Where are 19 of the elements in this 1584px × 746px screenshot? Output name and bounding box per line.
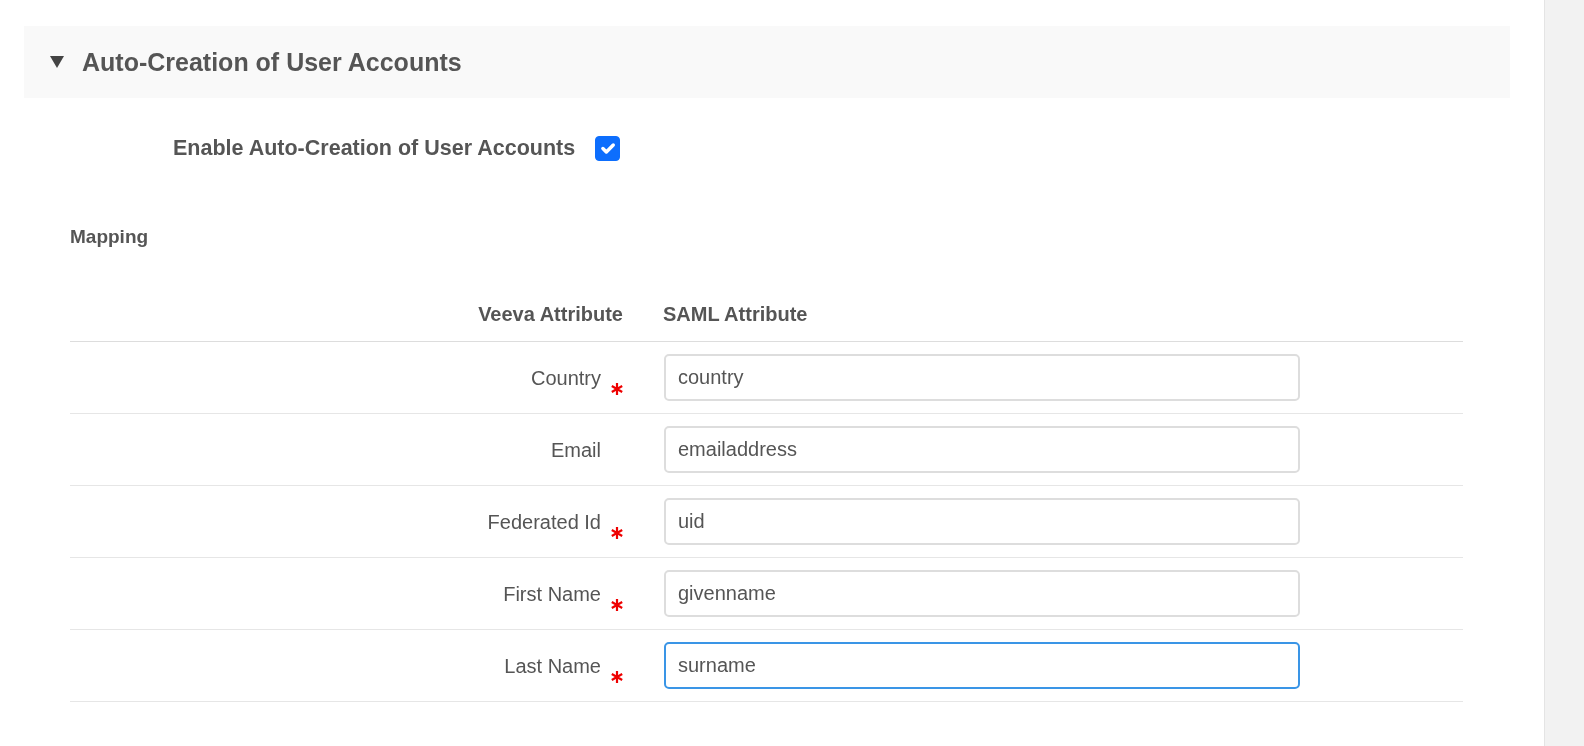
caret-icon[interactable] [50,56,64,68]
column-header: SAML Attribute [663,303,808,326]
mapping-title: Mapping [69,225,150,250]
checkbox-label: Enable Auto-Creation of User Accounts [173,135,576,162]
input-field[interactable]: givenname [664,570,1300,618]
scrollbar-track[interactable] [1544,0,1584,746]
input-field[interactable]: uid [664,498,1300,546]
input-field[interactable]: emailaddress [664,426,1300,474]
field-label: Federated Id [487,509,601,535]
field-label: First Name [503,581,601,607]
input-field[interactable]: country [664,354,1300,402]
section-header[interactable]: Auto-Creation of User Accounts [24,26,1510,98]
section-title: Auto-Creation of User Accounts [82,47,462,77]
field-label: Last Name [504,653,601,679]
enable-checkbox[interactable] [595,135,621,161]
field-label: Email [551,437,601,463]
input-field[interactable]: surname [664,642,1300,690]
column-header: Veeva Attribute [477,302,624,328]
field-label: Country [530,365,601,391]
